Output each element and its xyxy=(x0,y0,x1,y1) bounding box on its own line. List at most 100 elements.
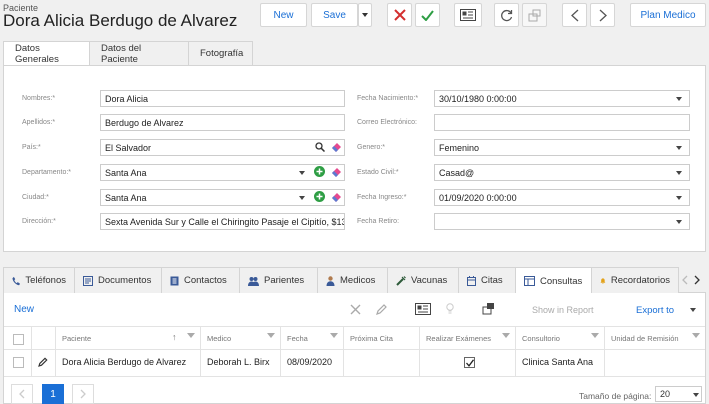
tab-fotografia[interactable]: Fotografía xyxy=(189,41,253,66)
pager-previous-button[interactable] xyxy=(11,384,33,404)
grid-new-button[interactable]: New xyxy=(14,304,34,315)
cell-consultorio[interactable]: Clinica Santa Ana xyxy=(516,349,605,376)
link-button[interactable] xyxy=(522,3,547,27)
previous-record-button[interactable] xyxy=(562,3,587,27)
general-data-panel: Nombres:* Dora Alicia Apellidos:* Berdug… xyxy=(3,65,706,252)
select-all-checkbox[interactable] xyxy=(13,334,24,345)
column-header-unidad-remision[interactable]: Unidad de Remisión xyxy=(605,327,705,349)
pager-next-button[interactable] xyxy=(72,384,94,404)
refresh-button[interactable] xyxy=(494,3,519,27)
column-header-consultorio[interactable]: Consultorio xyxy=(516,327,605,349)
plan-medico-button[interactable]: Plan Medico xyxy=(630,3,706,27)
eraser-icon[interactable] xyxy=(331,192,342,202)
cancel-button[interactable] xyxy=(387,3,412,27)
tab-datos-generales[interactable]: Datos Generales xyxy=(3,41,90,66)
tab-datos-paciente[interactable]: Datos del Paciente xyxy=(90,41,189,66)
pais-value: El Salvador xyxy=(105,143,152,153)
add-icon[interactable] xyxy=(314,191,325,202)
close-icon[interactable] xyxy=(350,304,361,315)
chevron-down-icon[interactable] xyxy=(690,308,696,312)
tabs-scroll-right[interactable] xyxy=(691,267,703,293)
search-icon[interactable] xyxy=(315,142,325,152)
cell-realizar-examenes[interactable] xyxy=(420,349,516,376)
accept-button[interactable] xyxy=(415,3,440,27)
ciudad-select[interactable]: Santa Ana xyxy=(100,189,345,206)
correo-field[interactable] xyxy=(434,114,690,131)
calendar-icon xyxy=(467,275,476,286)
grid-footer-divider xyxy=(4,376,705,377)
fecha-nacimiento-field[interactable]: 30/10/1980 0:00:00 xyxy=(434,90,690,107)
pais-field[interactable]: El Salvador xyxy=(100,139,345,156)
fecha-retiro-field[interactable] xyxy=(434,213,690,230)
detail-tabs: Teléfonos Documentos Contactos Parientes… xyxy=(3,267,706,294)
tab-citas-label: Citas xyxy=(481,275,503,286)
pencil-icon[interactable] xyxy=(38,357,48,367)
nombres-field[interactable]: Dora Alicia xyxy=(100,90,345,107)
export-to-button[interactable]: Export to xyxy=(636,305,674,316)
chevron-right-icon xyxy=(694,275,700,285)
eraser-icon[interactable] xyxy=(331,142,342,152)
filter-icon[interactable] xyxy=(502,333,510,338)
column-header-medico[interactable]: Medico xyxy=(201,327,281,349)
tabs-scroll-left[interactable] xyxy=(679,267,691,293)
row-checkbox[interactable] xyxy=(13,357,24,368)
filter-icon[interactable] xyxy=(330,333,338,338)
filter-icon[interactable] xyxy=(267,333,275,338)
detail-view-button[interactable] xyxy=(454,3,482,27)
direccion-field[interactable]: Sexta Avenida Sur y Calle el Chiringito … xyxy=(100,213,345,230)
page-size-select[interactable]: 20 xyxy=(655,386,702,402)
cell-proxima-cita[interactable] xyxy=(344,349,420,376)
document-icon xyxy=(83,275,93,286)
fecha-nacimiento-value: 30/10/1980 0:00:00 xyxy=(439,94,517,104)
tab-vacunas[interactable]: Vacunas xyxy=(388,267,459,293)
consultation-icon xyxy=(524,276,535,286)
filter-icon[interactable] xyxy=(591,333,599,338)
estado-civil-select[interactable]: Casad@ xyxy=(434,164,690,181)
list-card-icon[interactable] xyxy=(415,303,431,315)
add-icon[interactable] xyxy=(314,166,325,177)
sort-ascending-icon[interactable]: ↑ xyxy=(172,332,177,342)
window-link-icon[interactable] xyxy=(482,302,495,315)
column-header-realizar-examenes[interactable]: Realizar Exámenes xyxy=(420,327,516,349)
cell-fecha[interactable]: 08/09/2020 xyxy=(281,349,344,376)
fecha-ingreso-field[interactable]: 01/09/2020 0:00:00 xyxy=(434,189,690,206)
window-link-icon xyxy=(528,9,541,21)
save-dropdown-button[interactable] xyxy=(358,3,372,27)
tab-vacunas-label: Vacunas xyxy=(411,275,448,286)
examenes-checkbox[interactable] xyxy=(464,357,475,368)
show-in-report-button[interactable]: Show in Report xyxy=(532,305,594,315)
page-title: Dora Alicia Berdugo de Alvarez xyxy=(3,11,238,30)
column-header-fecha[interactable]: Fecha xyxy=(281,327,344,349)
tab-parientes[interactable]: Parientes xyxy=(240,267,318,293)
column-header-paciente[interactable]: Paciente ↑ xyxy=(56,327,201,349)
next-record-button[interactable] xyxy=(590,3,615,27)
genero-select[interactable]: Femenino xyxy=(434,139,690,156)
tab-recordatorios[interactable]: Recordatorios xyxy=(592,267,679,293)
column-header-proxima-cita[interactable]: Próxima Cita xyxy=(344,327,420,349)
pager-page-1[interactable]: 1 xyxy=(42,384,64,404)
direccion-label: Dirección:* xyxy=(22,218,56,225)
tab-documentos[interactable]: Documentos xyxy=(75,267,162,293)
pais-label: País:* xyxy=(22,144,41,151)
fecha-retiro-label: Fecha Retiro: xyxy=(357,218,400,225)
tab-citas[interactable]: Citas xyxy=(459,267,516,293)
eraser-icon[interactable] xyxy=(331,167,342,177)
column-header-unidad-remision-label: Unidad de Remisión xyxy=(611,334,679,343)
genero-label: Genero:* xyxy=(357,144,386,151)
tab-telefonos[interactable]: Teléfonos xyxy=(3,267,75,293)
new-button[interactable]: New xyxy=(260,3,307,27)
page-size-value: 20 xyxy=(660,389,671,399)
cell-medico[interactable]: Deborah L. Birx xyxy=(201,349,281,376)
filter-icon[interactable] xyxy=(692,333,700,338)
tab-medicos[interactable]: Medicos xyxy=(318,267,388,293)
save-button[interactable]: Save xyxy=(311,3,358,27)
departamento-select[interactable]: Santa Ana xyxy=(100,164,345,181)
cell-paciente[interactable]: Dora Alicia Berdugo de Alvarez xyxy=(56,349,201,376)
tab-contactos[interactable]: Contactos xyxy=(162,267,240,293)
filter-icon[interactable] xyxy=(187,333,195,338)
tab-consultas[interactable]: Consultas xyxy=(516,267,592,294)
cell-unidad-remision[interactable] xyxy=(605,349,705,376)
pencil-icon[interactable] xyxy=(376,304,387,315)
lightbulb-icon[interactable] xyxy=(446,303,454,315)
apellidos-field[interactable]: Berdugo de Alvarez xyxy=(100,114,345,131)
